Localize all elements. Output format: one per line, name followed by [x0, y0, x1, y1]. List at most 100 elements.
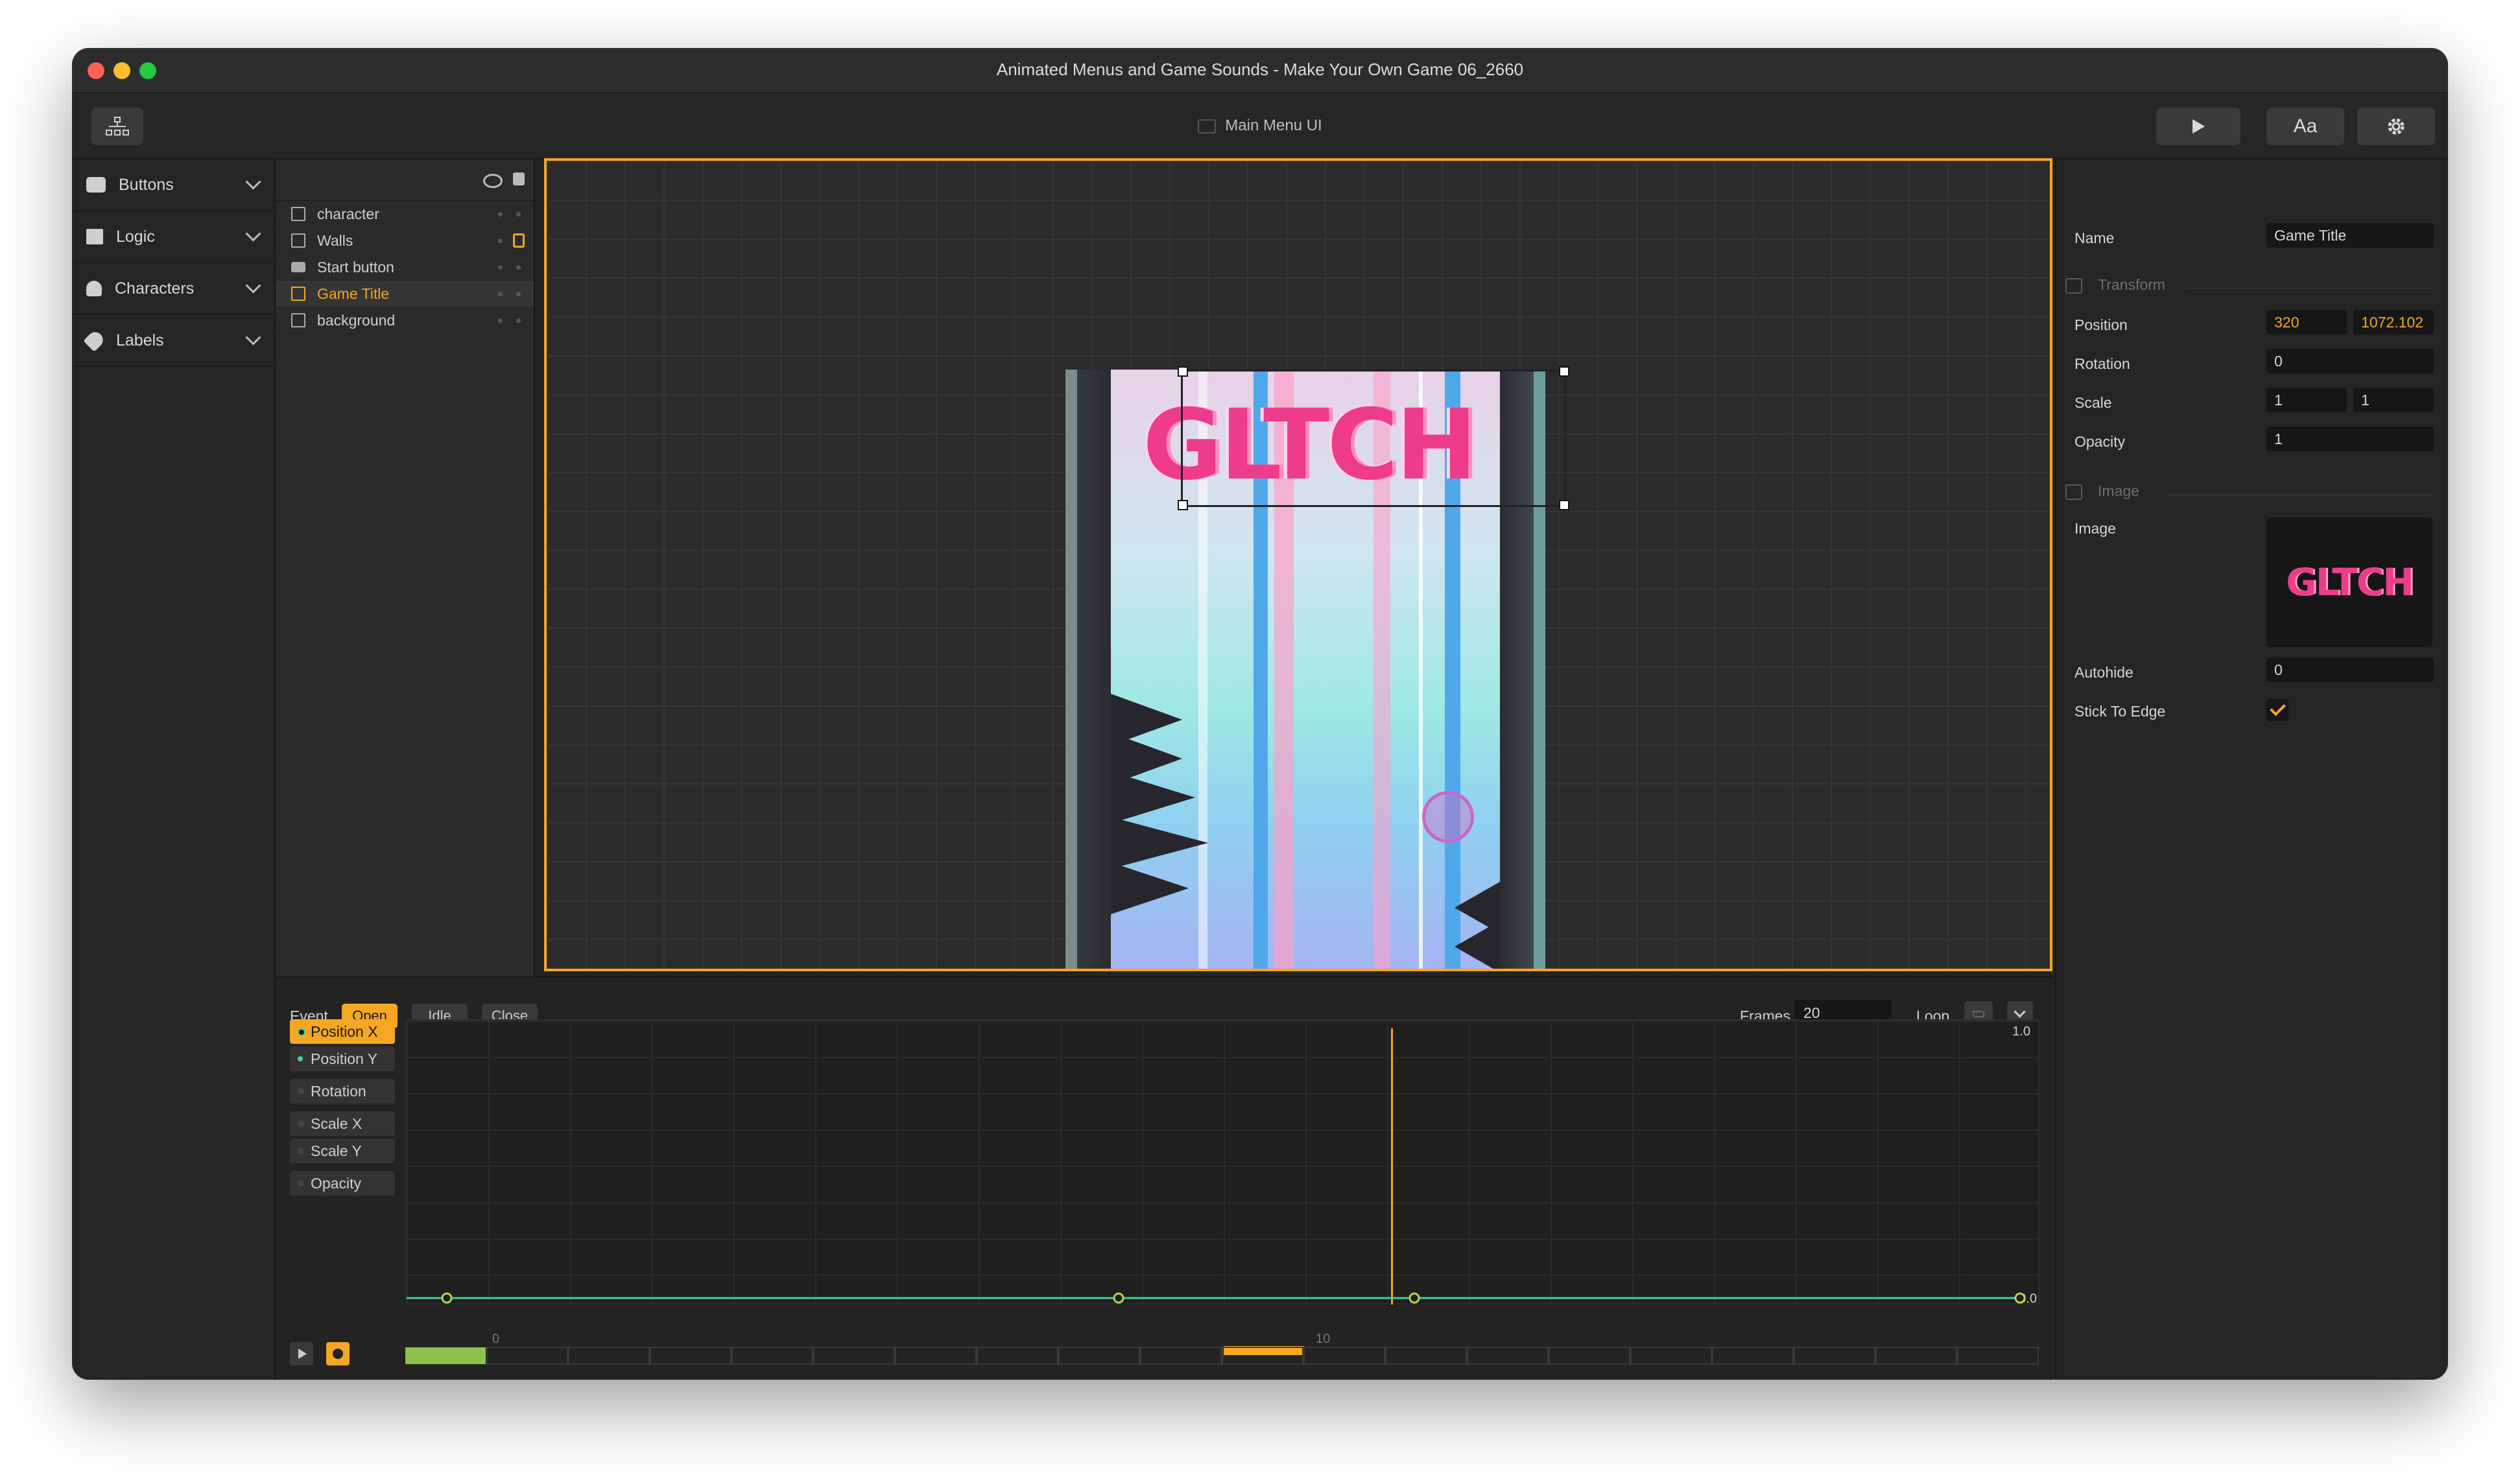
frame-ruler: 0 10 — [405, 1332, 2039, 1347]
category-logic[interactable]: Logic — [72, 211, 274, 263]
chevron-down-icon — [245, 174, 261, 190]
name-label: Name — [2074, 230, 2115, 246]
resize-handle[interactable] — [1178, 500, 1188, 510]
lock-icon[interactable] — [513, 233, 525, 248]
lock-toggle[interactable] — [516, 212, 521, 217]
layer-character[interactable]: character — [276, 201, 534, 228]
play-button[interactable] — [2156, 108, 2241, 145]
image-icon — [291, 207, 305, 221]
section-divider — [2167, 494, 2434, 495]
lock-toggle[interactable] — [516, 318, 521, 323]
category-labels[interactable]: Labels — [72, 315, 274, 367]
layer-game-title[interactable]: Game Title — [276, 281, 534, 307]
position-label: Position — [2074, 316, 2128, 333]
title-bar: Animated Menus and Game Sounds - Make Yo… — [72, 48, 2448, 93]
layers-panel: character Walls Start button Game Title … — [276, 160, 535, 1019]
category-buttons[interactable]: Buttons — [72, 160, 274, 211]
lock-toggle[interactable] — [516, 265, 521, 270]
orb-sprite — [1422, 791, 1474, 843]
visibility-toggle[interactable] — [498, 292, 503, 296]
toolbar: Main Menu UI Aa — [72, 93, 2448, 160]
property-position-y[interactable]: Position Y — [290, 1046, 395, 1071]
image-label: Image — [2074, 520, 2116, 537]
inspector-panel: Name Game Title Transform Position 320 1… — [2055, 160, 2448, 1380]
timeline-play-button[interactable] — [290, 1342, 313, 1365]
selection-box[interactable] — [1178, 366, 1569, 510]
gear-icon — [2388, 118, 2405, 135]
lock-icon[interactable] — [513, 172, 525, 185]
resize-handle[interactable] — [1559, 366, 1569, 377]
rotation-input[interactable]: 0 — [2266, 349, 2434, 373]
image-section: Image — [2065, 482, 2139, 500]
position-y-input[interactable]: 1072.102 — [2353, 310, 2434, 335]
play-icon — [2193, 119, 2205, 134]
property-rotation[interactable]: Rotation — [290, 1079, 395, 1104]
stick-to-edge-label: Stick To Edge — [2074, 703, 2166, 720]
category-characters[interactable]: Characters — [72, 263, 274, 315]
chevron-down-icon — [245, 226, 261, 242]
autohide-input[interactable]: 0 — [2266, 657, 2434, 682]
keyframe-dot — [298, 1120, 304, 1127]
autohide-label: Autohide — [2074, 664, 2134, 681]
spike — [1111, 817, 1208, 869]
font-button[interactable]: Aa — [2266, 108, 2344, 145]
chevron-down-icon — [245, 329, 261, 346]
layer-background[interactable]: background — [276, 307, 534, 334]
image-preview-art: GLTCH — [2286, 560, 2414, 604]
record-button[interactable] — [326, 1342, 350, 1365]
resize-handle[interactable] — [1178, 366, 1188, 377]
spike — [1455, 921, 1500, 969]
keyframe-dot — [298, 1028, 305, 1036]
image-icon — [291, 313, 305, 327]
name-input[interactable]: Game Title — [2266, 223, 2434, 248]
transform-section: Transform — [2065, 276, 2165, 294]
opacity-input[interactable]: 1 — [2266, 427, 2434, 451]
rotation-label: Rotation — [2074, 355, 2130, 372]
image-icon — [291, 233, 305, 248]
curve-graph[interactable]: 1.0 0.0 — [405, 1019, 2039, 1306]
app-window: Animated Menus and Game Sounds - Make Yo… — [72, 48, 2448, 1380]
tick-label: 10 — [1316, 1332, 1331, 1346]
keyframe-dot — [298, 1088, 304, 1094]
category-panel: Buttons Logic Characters Labels — [72, 160, 276, 1380]
settings-button[interactable] — [2357, 108, 2435, 145]
keyframe-dot — [298, 1180, 304, 1187]
property-opacity[interactable]: Opacity — [290, 1171, 395, 1196]
scale-label: Scale — [2074, 394, 2112, 411]
animation-curve — [407, 1292, 2026, 1304]
image-icon — [2065, 484, 2082, 500]
tick-label: 0 — [492, 1332, 500, 1346]
property-scale-y[interactable]: Scale Y — [290, 1139, 395, 1163]
visibility-toggle[interactable] — [498, 318, 503, 323]
keyframe-point — [441, 1292, 453, 1304]
spike — [1111, 772, 1195, 823]
keyframe-point — [1113, 1292, 1124, 1304]
button-icon — [86, 177, 106, 193]
layer-walls[interactable]: Walls — [276, 228, 534, 254]
visibility-toggle[interactable] — [498, 212, 503, 217]
chevron-down-icon — [245, 278, 261, 294]
scale-y-input[interactable]: 1 — [2353, 388, 2434, 412]
image-preview[interactable]: GLTCH — [2266, 517, 2432, 647]
opacity-label: Opacity — [2074, 433, 2125, 450]
keyframe-dot — [298, 1056, 303, 1061]
layer-start-button[interactable]: Start button — [276, 254, 534, 281]
eye-icon[interactable] — [483, 174, 503, 188]
visibility-toggle[interactable] — [498, 265, 503, 270]
frame-track[interactable] — [405, 1346, 2039, 1365]
lock-toggle[interactable] — [516, 292, 521, 296]
left-wall-edge — [1065, 370, 1077, 969]
keyframe-point — [1409, 1292, 1420, 1304]
visibility-toggle[interactable] — [498, 239, 503, 243]
property-scale-x[interactable]: Scale X — [290, 1111, 395, 1136]
stick-to-edge-checkbox[interactable] — [2266, 699, 2288, 721]
scene-icon — [1198, 119, 1217, 134]
resize-handle[interactable] — [1559, 500, 1569, 510]
scale-x-input[interactable]: 1 — [2266, 388, 2347, 412]
logic-icon — [86, 229, 103, 244]
property-position-x[interactable]: Position X — [290, 1019, 395, 1044]
position-x-input[interactable]: 320 — [2266, 310, 2347, 335]
scene-canvas[interactable]: GLTCH — [544, 158, 2052, 971]
button-icon — [291, 262, 305, 272]
person-icon — [86, 281, 102, 296]
